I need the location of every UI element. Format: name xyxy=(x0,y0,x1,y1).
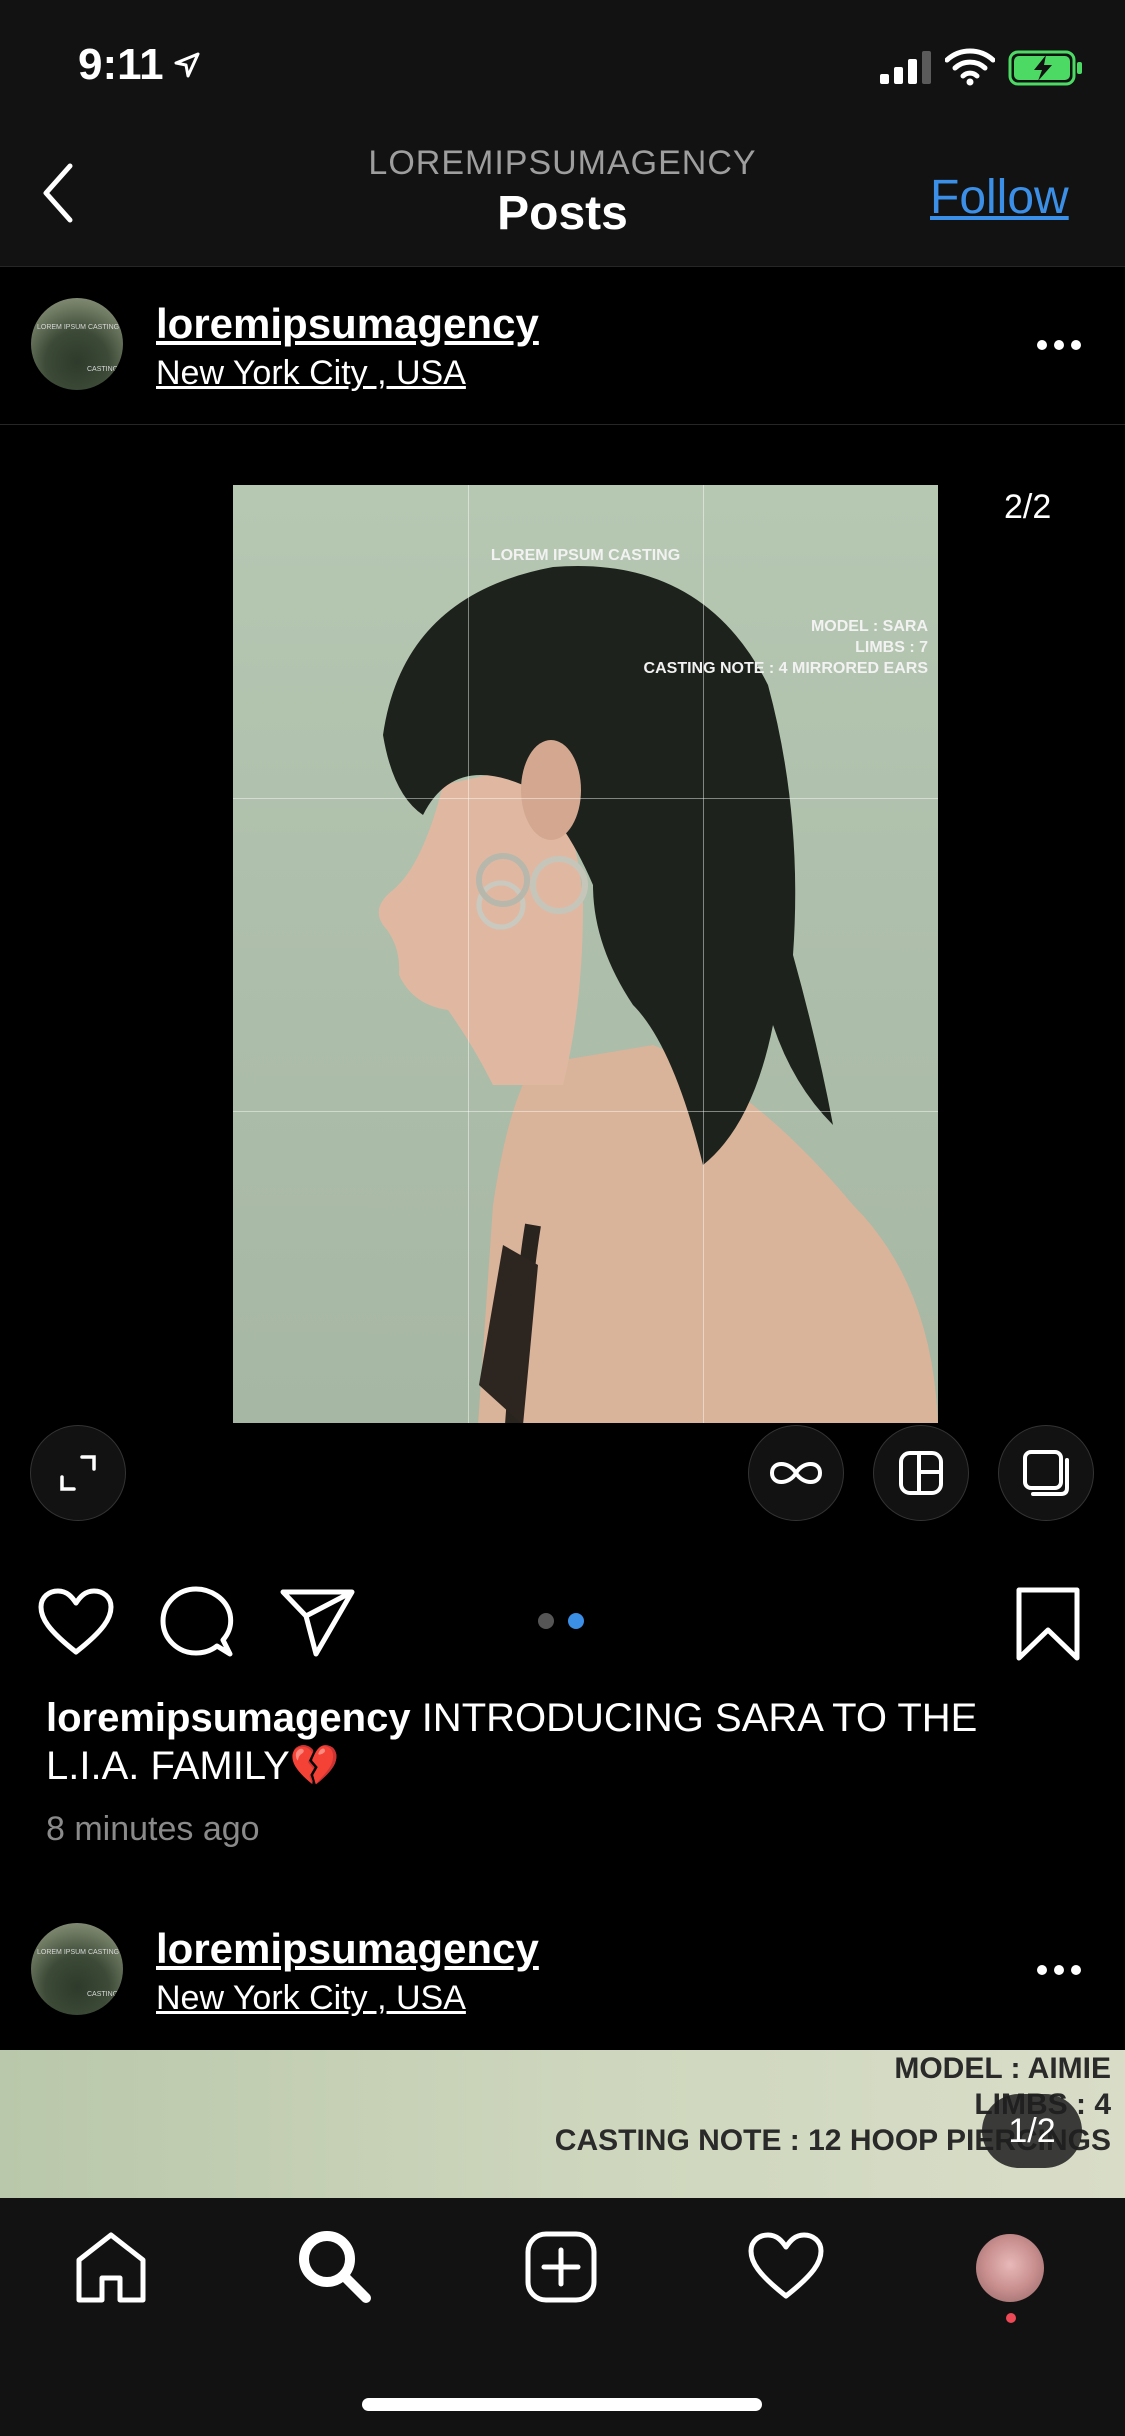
boomerang-button[interactable] xyxy=(748,1425,844,1521)
photo-meta-model: MODEL : SARA xyxy=(810,618,928,635)
carousel-dot-1 xyxy=(538,1613,554,1629)
boomerang-icon xyxy=(769,1462,823,1484)
image-counter: 2/2 xyxy=(1004,488,1052,526)
home-indicator[interactable] xyxy=(362,2398,762,2411)
grid-line xyxy=(233,798,938,799)
layout-icon xyxy=(899,1451,943,1495)
photo-meta-model: MODEL : AIMIE xyxy=(894,2052,1111,2085)
more-icon[interactable] xyxy=(1036,1963,1082,1977)
grid-line xyxy=(233,1111,938,1112)
multi-image-button[interactable] xyxy=(998,1425,1094,1521)
caption-username[interactable]: loremipsumagency xyxy=(46,1696,411,1740)
post-caption: loremipsumagency INTRODUCING SARA TO THE… xyxy=(46,1694,1076,1790)
more-icon[interactable] xyxy=(1036,338,1082,352)
photo-caption-title: LOREM IPSUM CASTING xyxy=(490,547,681,564)
grid-line xyxy=(703,485,704,1423)
comment-icon[interactable] xyxy=(160,1586,234,1658)
post-username[interactable]: loremipsumagency xyxy=(156,1925,539,1973)
battery-icon xyxy=(1008,50,1082,86)
profile-avatar[interactable] xyxy=(976,2234,1044,2302)
post-timestamp: 8 minutes ago xyxy=(46,1810,260,1848)
photo-meta-note: CASTING NOTE : 4 MIRRORED EARS xyxy=(643,660,928,677)
post-image[interactable]: MODEL : AIMIE LIMBS : 4 CASTING NOTE : 1… xyxy=(0,2050,1125,2198)
image-counter: 1/2 xyxy=(982,2094,1082,2168)
layout-button[interactable] xyxy=(873,1425,969,1521)
post-username[interactable]: loremipsumagency xyxy=(156,300,539,348)
photo-meta-limbs: LIMBS : 7 xyxy=(855,639,928,656)
home-icon[interactable] xyxy=(74,2230,148,2304)
add-icon[interactable] xyxy=(524,2230,598,2304)
multi-image-icon xyxy=(1023,1450,1069,1496)
expand-icon xyxy=(60,1455,96,1491)
share-icon[interactable] xyxy=(280,1588,356,1658)
avatar[interactable]: LOREM IPSUM CASTING CASTING xyxy=(31,298,123,390)
activity-icon[interactable] xyxy=(748,2232,824,2300)
location-arrow-icon xyxy=(174,52,200,78)
heart-icon[interactable] xyxy=(38,1588,114,1656)
status-time: 9:11 xyxy=(78,40,164,89)
post-location[interactable]: New York City , USA xyxy=(156,1979,466,2018)
carousel-dot-2-active xyxy=(568,1613,584,1629)
expand-button[interactable] xyxy=(30,1425,126,1521)
notification-dot xyxy=(1006,2313,1016,2323)
post-image[interactable]: LOREM IPSUM CASTING MODEL : SARA LIMBS :… xyxy=(233,485,938,1423)
bookmark-icon[interactable] xyxy=(1015,1586,1081,1662)
signal-icon xyxy=(880,51,931,84)
wifi-icon xyxy=(945,48,995,86)
post-location[interactable]: New York City , USA xyxy=(156,354,466,393)
avatar[interactable]: LOREM IPSUM CASTING CASTING xyxy=(31,1923,123,2015)
follow-button[interactable]: Follow xyxy=(930,170,1069,225)
divider xyxy=(0,424,1125,425)
grid-line xyxy=(468,485,469,1423)
search-icon[interactable] xyxy=(296,2228,372,2304)
